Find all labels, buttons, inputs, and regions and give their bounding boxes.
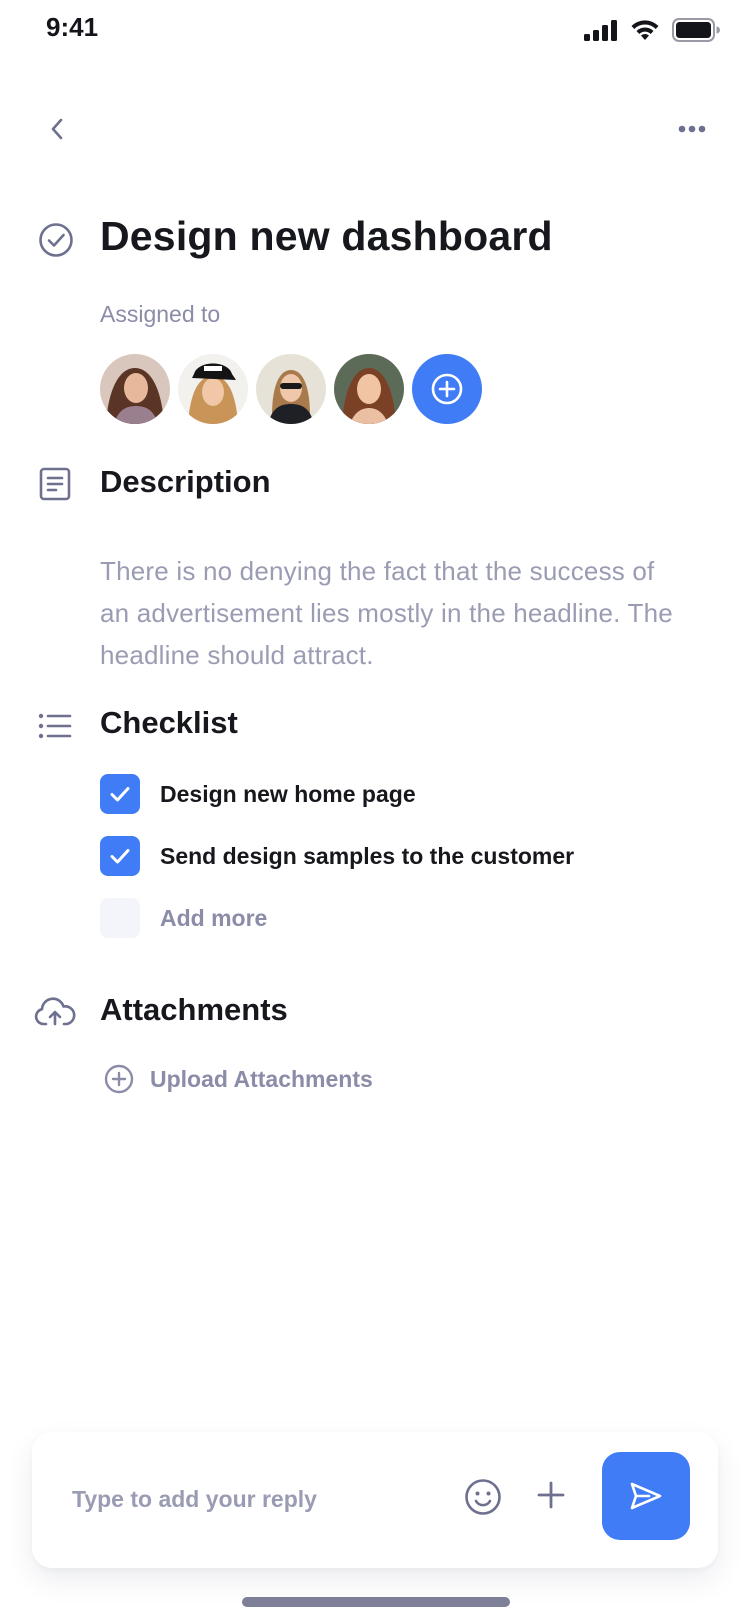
battery-icon xyxy=(672,18,720,42)
checklist-checkbox[interactable] xyxy=(100,836,140,876)
document-icon xyxy=(39,467,71,501)
plus-circle-icon xyxy=(431,373,463,405)
send-icon xyxy=(630,1482,662,1510)
description-text: There is no denying the fact that the su… xyxy=(100,556,673,670)
reply-bar xyxy=(32,1432,718,1568)
emoji-button[interactable] xyxy=(464,1478,502,1521)
task-title: Design new dashboard xyxy=(100,213,553,259)
checklist-item: Send design samples to the customer xyxy=(100,836,574,876)
cloud-upload-icon xyxy=(34,997,76,1026)
description-heading: Description xyxy=(100,464,271,499)
attachments-section-icon xyxy=(34,994,76,1033)
more-horizontal-icon xyxy=(678,125,706,133)
avatar[interactable] xyxy=(334,354,404,424)
checkmark-icon xyxy=(110,787,130,802)
checklist-item: Design new home page xyxy=(100,774,416,814)
avatar-image xyxy=(100,354,170,424)
checklist-item-label: Send design samples to the customer xyxy=(160,842,575,869)
add-more-label[interactable]: Add more xyxy=(160,905,267,932)
empty-checkbox[interactable] xyxy=(100,898,140,938)
upload-attachments-label: Upload Attachments xyxy=(150,1065,373,1092)
add-assignee-button[interactable] xyxy=(412,354,482,424)
upload-attachments-button[interactable]: Upload Attachments xyxy=(104,1064,373,1094)
plus-circle-icon xyxy=(104,1064,134,1094)
list-icon xyxy=(38,713,72,739)
wifi-icon xyxy=(631,20,659,40)
avatar-image xyxy=(256,354,326,424)
add-button[interactable] xyxy=(536,1480,566,1515)
chevron-left-icon xyxy=(51,118,63,140)
add-more-item[interactable]: Add more xyxy=(100,898,267,938)
check-circle-icon xyxy=(39,223,73,257)
description-section-icon xyxy=(38,466,72,507)
checklist-heading: Checklist xyxy=(100,705,238,740)
reply-input[interactable] xyxy=(70,1478,434,1520)
smile-icon xyxy=(465,1479,501,1515)
home-indicator xyxy=(242,1597,510,1607)
checklist-section-icon xyxy=(38,712,72,745)
avatar[interactable] xyxy=(100,354,170,424)
signal-icon xyxy=(584,20,617,41)
avatar[interactable] xyxy=(256,354,326,424)
checklist-checkbox[interactable] xyxy=(100,774,140,814)
more-options-button[interactable] xyxy=(670,112,714,146)
attachments-heading: Attachments xyxy=(100,992,288,1027)
avatar-image xyxy=(334,354,404,424)
status-time: 9:41 xyxy=(46,12,99,42)
avatar-image xyxy=(178,354,248,424)
task-status-button[interactable] xyxy=(38,222,74,263)
back-button[interactable] xyxy=(40,112,74,146)
avatar[interactable] xyxy=(178,354,248,424)
checkmark-icon xyxy=(110,849,130,864)
assignee-list xyxy=(100,354,482,424)
checklist-item-label: Design new home page xyxy=(160,780,416,807)
plus-icon xyxy=(537,1481,565,1509)
assigned-to-label: Assigned to xyxy=(100,301,221,327)
send-button[interactable] xyxy=(602,1452,690,1540)
status-icons xyxy=(584,18,720,42)
